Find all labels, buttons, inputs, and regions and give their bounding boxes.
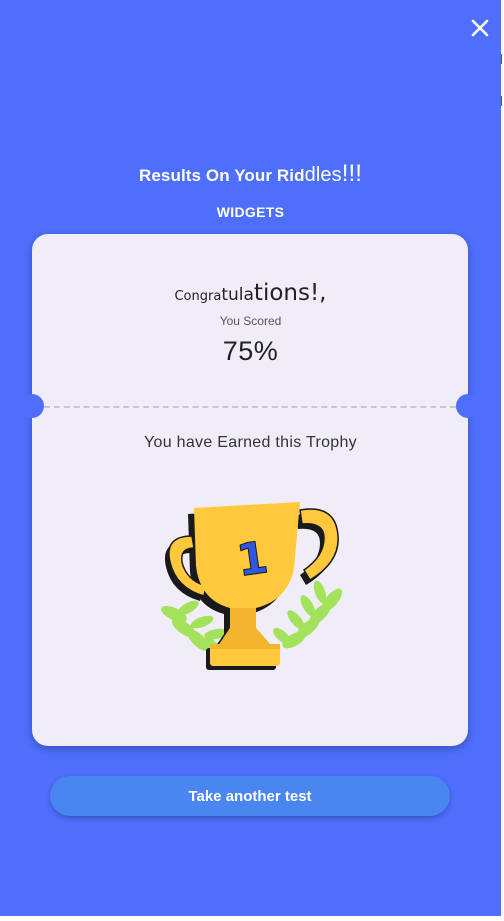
title-exclaim: !!! [341,160,363,187]
card-notch-right [456,394,480,418]
card-divider [44,406,456,408]
congrats-part-1: Congra [174,289,222,304]
trophy-icon: 1 [161,502,343,670]
scored-label: You Scored [219,314,282,328]
title-main: Results On Your Rid [138,166,305,185]
card-notch-left [20,394,44,418]
page-subtitle: WIDGETS [216,204,285,220]
page-title: Results On Your Riddles!!! [0,160,501,188]
take-another-test-button[interactable]: Take another test [50,776,450,816]
title-end: dles [304,164,342,186]
close-button[interactable] [466,14,494,42]
take-another-test-label: Take another test [188,787,312,805]
congratulations-text: Congratulations!, [0,280,501,306]
congrats-part-2: tula [221,285,254,305]
results-screen: Results On Your Riddles!!! WIDGETS Congr… [0,0,501,916]
score-value: 75% [222,336,279,366]
congrats-part-3: tions!, [253,280,327,306]
close-icon [471,19,489,37]
trophy-earned-text: You have Earned this Trophy [144,434,357,451]
